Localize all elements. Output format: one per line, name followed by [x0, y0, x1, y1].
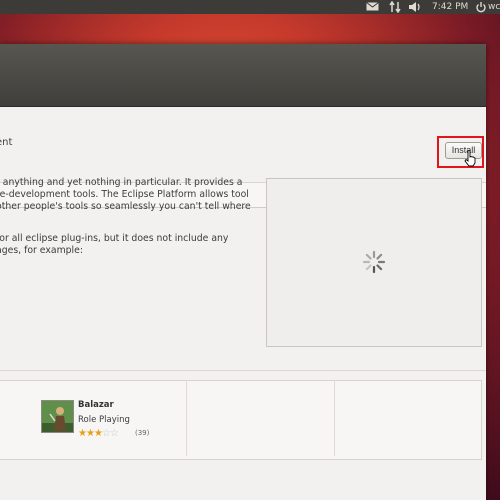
window-titlebar — [0, 44, 486, 107]
description-line: r anything and yet nothing in particular… — [0, 177, 243, 188]
description-paragraph-1: r anything and yet nothing in particular… — [0, 177, 254, 213]
description-line: re-development tools. The Eclipse Platfo… — [0, 189, 249, 200]
user-name[interactable]: wc — [488, 1, 500, 13]
app-status-text: ent — [0, 137, 13, 148]
network-icon[interactable] — [389, 1, 402, 13]
column-divider — [334, 380, 335, 456]
mail-icon[interactable] — [366, 2, 379, 11]
loading-spinner-icon — [362, 250, 386, 274]
star-empty-icon: ☆ — [109, 428, 119, 439]
mouse-cursor-icon — [464, 150, 476, 167]
app-genre: Role Playing — [78, 415, 130, 425]
star-half-icon: ★ — [93, 428, 103, 439]
star-icon: ★ — [78, 428, 87, 439]
balazar-app-icon[interactable] — [41, 400, 74, 433]
description-line: other people's tools so seamlessly you c… — [0, 201, 251, 212]
volume-icon[interactable] — [408, 1, 421, 13]
description-line: ages, for example: — [0, 245, 83, 256]
star-rating: ★★★☆☆ — [78, 428, 119, 439]
power-icon[interactable] — [476, 1, 486, 13]
column-divider — [186, 380, 187, 456]
star-icon: ★ — [85, 428, 95, 439]
app-name[interactable]: Balazar — [78, 400, 114, 410]
star-empty-icon: ☆ — [101, 428, 111, 439]
top-panel: 7:42 PM wc — [0, 0, 500, 14]
description-line: for all eclipse plug-ins, but it does no… — [0, 233, 229, 244]
clock[interactable]: 7:42 PM — [432, 1, 468, 13]
divider — [0, 370, 486, 371]
description-paragraph-2: for all eclipse plug-ins, but it does no… — [0, 233, 254, 257]
rating-count: (39) — [135, 429, 150, 437]
